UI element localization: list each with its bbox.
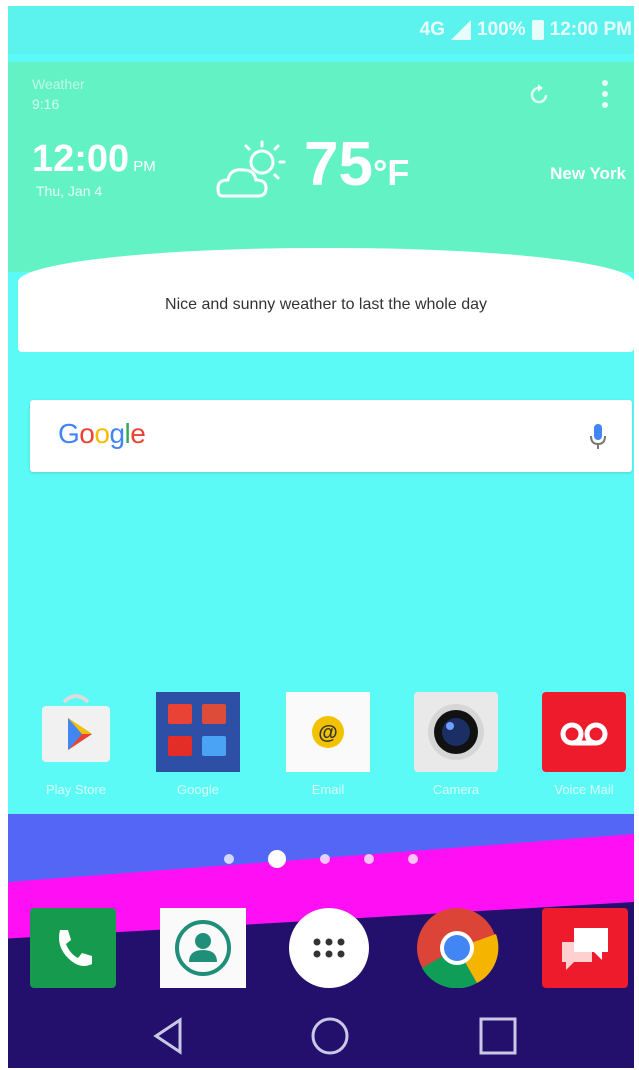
widget-subtitle-secondary: 9:16 (32, 96, 60, 112)
voicemail-icon (542, 692, 626, 772)
widget-subtitle: Weather (32, 76, 85, 92)
google-search-bar[interactable]: Google (30, 400, 632, 472)
app-label: Voice Mail (554, 782, 614, 797)
widget-clock[interactable]: 12:00 PM (32, 138, 156, 181)
status-bar: 4G 100% 12:00 PM (8, 6, 634, 54)
chrome-icon[interactable] (414, 908, 500, 989)
camera-icon (414, 692, 498, 772)
more-vert-icon[interactable] (600, 80, 610, 114)
page-dot[interactable] (224, 854, 234, 864)
status-icons: 4G 100% 12:00 PM (420, 18, 634, 42)
widget-date: Thu, Jan 4 (36, 183, 103, 199)
app-label: Play Store (46, 782, 106, 797)
page-dot[interactable] (320, 854, 330, 864)
contacts-icon[interactable] (160, 908, 246, 988)
partly-sunny-icon (216, 140, 286, 198)
clock-time: 12:00 (32, 138, 130, 180)
app-label: Email (311, 782, 345, 797)
back-icon[interactable] (148, 1014, 192, 1058)
home-screen: 4G 100% 12:00 PM Weather 9:16 12:00 PM Th… (8, 6, 634, 1068)
signal-icon (451, 20, 472, 40)
app-play-store[interactable]: Play Store (32, 692, 120, 797)
email-icon: @ (286, 692, 370, 772)
app-label: Google (177, 782, 219, 797)
google-logo: Google (58, 418, 146, 449)
clock-ampm: PM (133, 158, 156, 175)
temperature-unit: °F (372, 152, 410, 193)
google-folder-icon (156, 692, 240, 772)
app-email[interactable]: @ Email (284, 692, 372, 797)
app-label: Camera (432, 782, 480, 797)
recents-icon[interactable] (476, 1014, 520, 1058)
messaging-icon[interactable] (542, 908, 628, 988)
app-voicemail[interactable]: Voice Mail (540, 692, 628, 797)
svg-text:@: @ (318, 722, 338, 744)
weather-widget[interactable]: Weather 9:16 12:00 PM Thu, Jan 4 75°F New… (8, 62, 634, 272)
app-google-folder[interactable]: Google (154, 692, 242, 797)
home-icon[interactable] (308, 1014, 352, 1058)
page-dot[interactable] (408, 854, 418, 864)
page-dot[interactable] (364, 854, 374, 864)
refresh-icon[interactable] (528, 84, 550, 106)
weather-message-banner: Nice and sunny weather to last the whole… (18, 248, 634, 352)
network-type: 4G (419, 19, 446, 40)
navigation-bar (8, 1002, 634, 1068)
status-time: 12:00 PM (549, 19, 632, 40)
page-dot-active[interactable] (268, 850, 286, 868)
page-indicator[interactable] (8, 850, 634, 868)
phone-icon[interactable] (30, 908, 116, 988)
play-store-icon (34, 692, 118, 772)
battery-icon (531, 20, 544, 40)
location-label[interactable]: New York (550, 164, 626, 184)
mic-icon[interactable] (588, 422, 608, 452)
app-drawer-icon[interactable] (286, 908, 372, 988)
weather-message: Nice and sunny weather to last the whole… (165, 296, 487, 313)
battery-percent: 100% (477, 19, 526, 40)
temperature-value: 75 (304, 130, 373, 199)
temperature: 75°F (304, 134, 409, 204)
app-camera[interactable]: Camera (412, 692, 500, 797)
